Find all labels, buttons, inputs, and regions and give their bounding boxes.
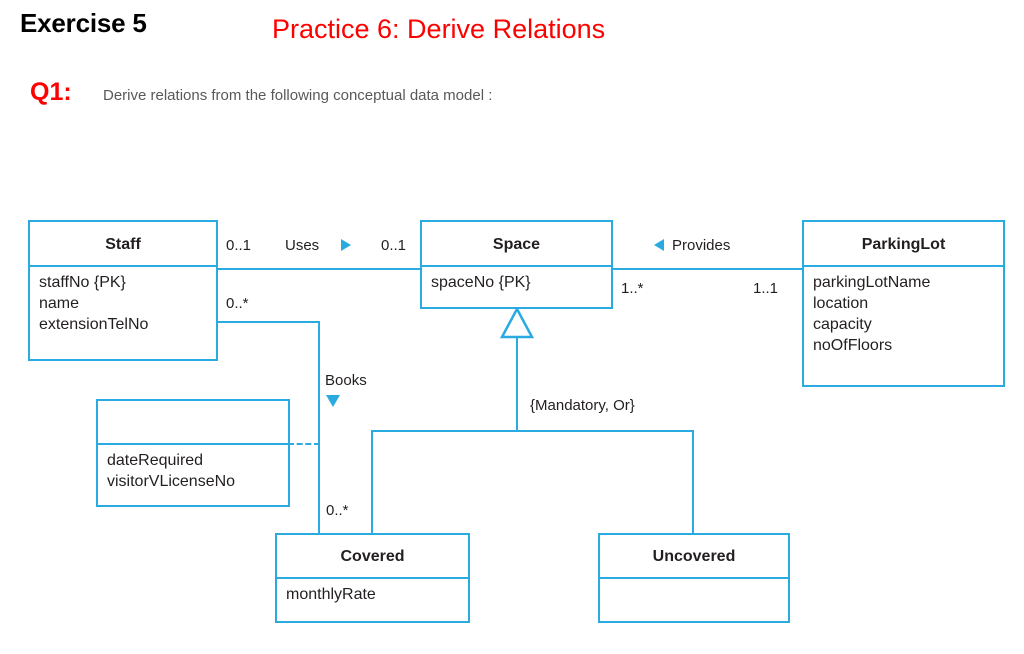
uml-class-diagram: Staff staffNo {PK} name extensionTelNo S… bbox=[0, 0, 1024, 654]
association-line-books-vertical bbox=[318, 321, 320, 533]
uml-class-name-space: Space bbox=[422, 222, 611, 267]
uml-attribute: visitorVLicenseNo bbox=[107, 473, 236, 491]
uml-attribute: dateRequired bbox=[107, 452, 204, 469]
uml-attribute: monthlyRate bbox=[286, 586, 376, 603]
uml-attribute: location bbox=[813, 295, 869, 313]
uml-class-name-association-books bbox=[98, 401, 288, 445]
generalization-branch-covered bbox=[371, 430, 373, 535]
uml-class-name-covered: Covered bbox=[277, 535, 468, 579]
uml-attribute: extensionTelNo bbox=[39, 316, 149, 334]
slide-page: Exercise 5 Practice 6: Derive Relations … bbox=[0, 0, 1024, 654]
association-label-books: Books bbox=[325, 372, 367, 389]
uml-class-parkinglot[interactable]: ParkingLot parkingLotName location capac… bbox=[802, 220, 1005, 387]
uml-attribute: name bbox=[39, 295, 80, 313]
uml-attributes-staff: staffNo {PK} name extensionTelNo bbox=[30, 267, 216, 335]
uml-class-name-uncovered: Uncovered bbox=[600, 535, 788, 579]
uml-class-space[interactable]: Space spaceNo {PK} bbox=[420, 220, 613, 309]
arrow-left-icon bbox=[654, 239, 664, 251]
uml-attribute: spaceNo {PK} bbox=[431, 274, 531, 291]
uml-attribute: staffNo {PK} bbox=[39, 274, 126, 291]
multiplicity-parkinglot-provides: 1..1 bbox=[753, 280, 779, 297]
uml-attribute: parkingLotName bbox=[813, 274, 931, 291]
multiplicity-covered-books: 0..* bbox=[326, 502, 349, 519]
uml-attributes-parkinglot: parkingLotName location capacity noOfFlo… bbox=[804, 267, 1003, 356]
association-label-uses: Uses bbox=[285, 237, 320, 254]
generalization-stem bbox=[516, 336, 518, 432]
association-class-dashed-link bbox=[288, 443, 320, 445]
uml-class-staff[interactable]: Staff staffNo {PK} name extensionTelNo bbox=[28, 220, 218, 361]
generalization-branch-uncovered bbox=[692, 430, 694, 535]
uml-attributes-covered: monthlyRate bbox=[277, 579, 468, 605]
uml-class-name-parkinglot: ParkingLot bbox=[804, 222, 1003, 267]
uml-class-association-books[interactable]: dateRequired visitorVLicenseNo bbox=[96, 399, 290, 507]
generalization-constraint-label: {Mandatory, Or} bbox=[530, 397, 635, 414]
uml-attributes-uncovered bbox=[600, 579, 788, 584]
multiplicity-space-uses: 0..1 bbox=[381, 237, 407, 254]
association-line-books-horizontal bbox=[218, 321, 320, 323]
uml-attributes-space: spaceNo {PK} bbox=[422, 267, 611, 293]
uml-class-covered[interactable]: Covered monthlyRate bbox=[275, 533, 470, 623]
association-line-provides bbox=[613, 268, 802, 270]
multiplicity-staff-books: 0..* bbox=[226, 295, 249, 312]
arrow-right-icon bbox=[341, 239, 351, 251]
multiplicity-staff-uses: 0..1 bbox=[226, 237, 252, 254]
multiplicity-space-provides: 1..* bbox=[621, 280, 644, 297]
generalization-triangle-icon bbox=[499, 306, 535, 339]
generalization-crossbar bbox=[371, 430, 694, 432]
uml-attribute: noOfFloors bbox=[813, 337, 893, 355]
uml-attribute: capacity bbox=[813, 316, 872, 334]
association-label-provides: Provides bbox=[672, 237, 731, 254]
arrow-down-icon bbox=[326, 395, 340, 407]
uml-attributes-association-books: dateRequired visitorVLicenseNo bbox=[98, 445, 288, 492]
association-line-uses bbox=[218, 268, 422, 270]
uml-class-uncovered[interactable]: Uncovered bbox=[598, 533, 790, 623]
uml-class-name-staff: Staff bbox=[30, 222, 216, 267]
